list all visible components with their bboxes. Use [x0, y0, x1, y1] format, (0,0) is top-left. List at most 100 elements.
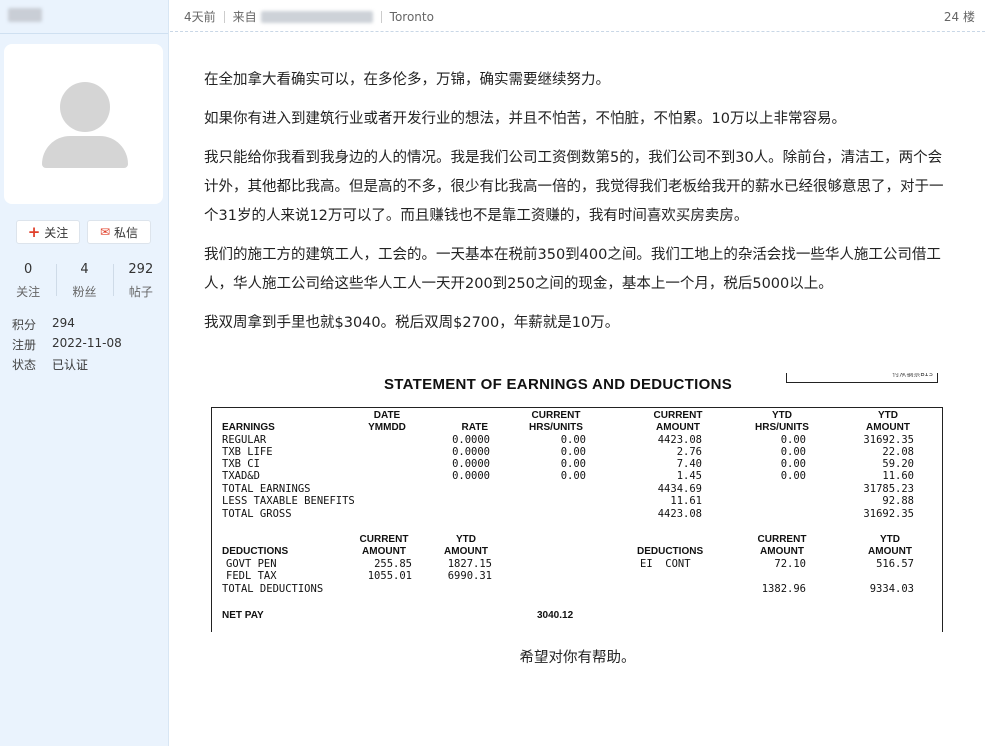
- info-key: 积分: [12, 318, 37, 332]
- earnings-statement-image[interactable]: 付从钢票BIS STATEMENT OF EARNINGS AND DEDUCT…: [204, 373, 951, 632]
- col-header-earnings: EARNINGS: [222, 422, 275, 433]
- earnings-row-amount: 7.40: [676, 458, 702, 470]
- info-row-registered: 注册 2022-11-08: [12, 336, 122, 356]
- info-row-status: 状态 已认证: [12, 356, 122, 376]
- info-key: 注册: [12, 338, 37, 352]
- col-header-ytd-amount: YTD: [878, 410, 898, 421]
- ded-header-amount-ytd: AMOUNT: [444, 546, 488, 557]
- total-deductions-ytd: 9334.03: [869, 583, 914, 595]
- earnings-row-name: REGULAR: [222, 434, 267, 446]
- post-paragraph: 如果你有进入到建筑行业或者开发行业的想法，并且不怕苦，不怕脏，不怕累。10万以上…: [204, 111, 846, 127]
- earnings-row-ytd-hrs: 0.00: [780, 458, 806, 470]
- total-row-amount: 11.61: [670, 495, 702, 507]
- earnings-row-hrs: 0.00: [560, 470, 586, 482]
- earnings-row-name: TXB LIFE: [222, 446, 273, 458]
- col-header-hrs-units: HRS/UNITS: [529, 422, 583, 433]
- earnings-row-rate: 0.0000: [452, 446, 490, 458]
- post-source-blurred: [260, 10, 373, 23]
- earnings-row-amount: 2.76: [676, 446, 702, 458]
- info-value: 294: [52, 316, 75, 330]
- post-meta-left: 4天前 来自 Toronto: [184, 8, 434, 25]
- statement-table: DATE YMMDD EARNINGS RATE CURRENT HRS/UNI…: [211, 407, 943, 632]
- earnings-row-hrs: 0.00: [560, 434, 586, 446]
- user-sidebar: + 关注 ✉ 私信 0 关注 4 粉丝 292 帖子 积分 294 注册 202…: [0, 0, 169, 746]
- stat-followers-label: 粉丝: [72, 285, 97, 299]
- earnings-row-ytd-amount: 31692.35: [863, 434, 914, 446]
- sidebar-header: [0, 0, 168, 34]
- deduction-row-current: 1055.01: [367, 570, 412, 582]
- total-deductions-current: 1382.96: [761, 583, 806, 595]
- deduction-row-name-right: EI CONT: [640, 558, 691, 570]
- earnings-row-hrs: 0.00: [560, 446, 586, 458]
- earnings-row-ytd-hrs: 0.00: [780, 434, 806, 446]
- total-row-name: LESS TAXABLE BENEFITS: [222, 495, 355, 507]
- info-value: 已认证: [52, 358, 89, 372]
- user-info: 积分 294 注册 2022-11-08 状态 已认证: [12, 316, 122, 376]
- deduction-row-name: GOVT PEN: [226, 558, 277, 570]
- statement-title: STATEMENT OF EARNINGS AND DEDUCTIONS: [384, 376, 733, 393]
- info-row-points: 积分 294: [12, 316, 122, 336]
- post-paragraph: 在全加拿大看确实可以，在多伦多，万锦，确实需要继续努力。: [204, 72, 610, 88]
- stat-posts-count: 292: [128, 262, 154, 277]
- deduction-row-current: 255.85: [374, 558, 412, 570]
- total-deductions-name: TOTAL DEDUCTIONS: [222, 583, 324, 595]
- col-header-ytd-hrs-units: HRS/UNITS: [755, 422, 809, 433]
- info-key: 状态: [12, 358, 37, 372]
- avatar-body-shape: [42, 136, 128, 168]
- total-row-amount: 4423.08: [657, 508, 702, 520]
- col-header-rate: RATE: [461, 422, 488, 433]
- post-from-label: 来自: [232, 10, 257, 24]
- ded-header-ytd-right: YTD: [880, 534, 900, 545]
- ded-header-deductions-right: DEDUCTIONS: [637, 546, 704, 557]
- net-pay-label: NET PAY: [222, 610, 264, 621]
- earnings-row-rate: 0.0000: [452, 434, 490, 446]
- stat-following[interactable]: 0 关注: [0, 262, 56, 300]
- message-label: 私信: [114, 225, 139, 240]
- deduction-row-ytd: 6990.31: [447, 570, 492, 582]
- total-row-ytd: 31692.35: [863, 508, 914, 520]
- post-paragraph: 我只能给你我看到我身边的人的情况。我是我们公司工资倒数第5的，我们公司不到30人…: [204, 150, 944, 224]
- total-row-name: TOTAL GROSS: [222, 508, 292, 520]
- message-button[interactable]: ✉ 私信: [87, 220, 151, 244]
- info-value: 2022-11-08: [52, 336, 122, 350]
- ded-header-deductions: DEDUCTIONS: [222, 546, 289, 557]
- plus-icon: +: [27, 222, 41, 241]
- col-header-ytd-hrs: YTD: [772, 410, 792, 421]
- post-closing-text: 希望对你有帮助。: [519, 650, 636, 666]
- username-blurred[interactable]: [8, 8, 42, 22]
- stat-following-count: 0: [24, 262, 33, 277]
- col-header-current-hrs: CURRENT: [531, 410, 581, 421]
- total-row-ytd: 31785.23: [863, 483, 914, 495]
- ded-header-amount: AMOUNT: [362, 546, 406, 557]
- stat-following-label: 关注: [16, 285, 41, 299]
- stat-followers-count: 4: [80, 262, 89, 277]
- earnings-row-ytd-hrs: 0.00: [780, 446, 806, 458]
- col-header-yymmdd: YMMDD: [368, 422, 406, 433]
- deduction-row-current-right: 72.10: [774, 558, 806, 570]
- follow-label: 关注: [44, 225, 69, 240]
- deduction-row-ytd: 1827.15: [447, 558, 492, 570]
- post-content: 在全加拿大看确实可以，在多伦多，万锦，确实需要继续努力。 如果你有进入到建筑行业…: [204, 66, 952, 348]
- stat-posts[interactable]: 292 帖子: [112, 262, 169, 300]
- follow-button[interactable]: + 关注: [16, 220, 80, 244]
- col-header-ytd-amount-label: AMOUNT: [866, 422, 910, 433]
- envelope-icon: ✉: [99, 225, 111, 239]
- col-header-date: DATE: [373, 410, 401, 421]
- earnings-row-name: TXB CI: [222, 458, 260, 470]
- ded-header-current-right: CURRENT: [757, 534, 807, 545]
- post-location: Toronto: [389, 9, 434, 24]
- total-row-name: TOTAL EARNINGS: [222, 483, 311, 495]
- ded-header-current: CURRENT: [359, 534, 409, 545]
- earnings-row-ytd-hrs: 0.00: [780, 470, 806, 482]
- stat-followers[interactable]: 4 粉丝: [56, 262, 112, 300]
- post-paragraph: 我双周拿到手里也就$3040。税后双周$2700，年薪就是10万。: [204, 315, 620, 331]
- user-stats: 0 关注 4 粉丝 292 帖子: [0, 262, 169, 300]
- stat-posts-label: 帖子: [128, 285, 153, 299]
- statement-corner-box: 付从钢票BIS: [786, 373, 938, 383]
- meta-divider: [223, 10, 225, 23]
- avatar[interactable]: [4, 44, 163, 204]
- total-row-ytd: 92.88: [882, 495, 914, 507]
- post-floor-number[interactable]: 24 楼: [944, 8, 975, 25]
- earnings-row-name: TXAD&D: [222, 470, 260, 482]
- avatar-head-shape: [60, 82, 110, 132]
